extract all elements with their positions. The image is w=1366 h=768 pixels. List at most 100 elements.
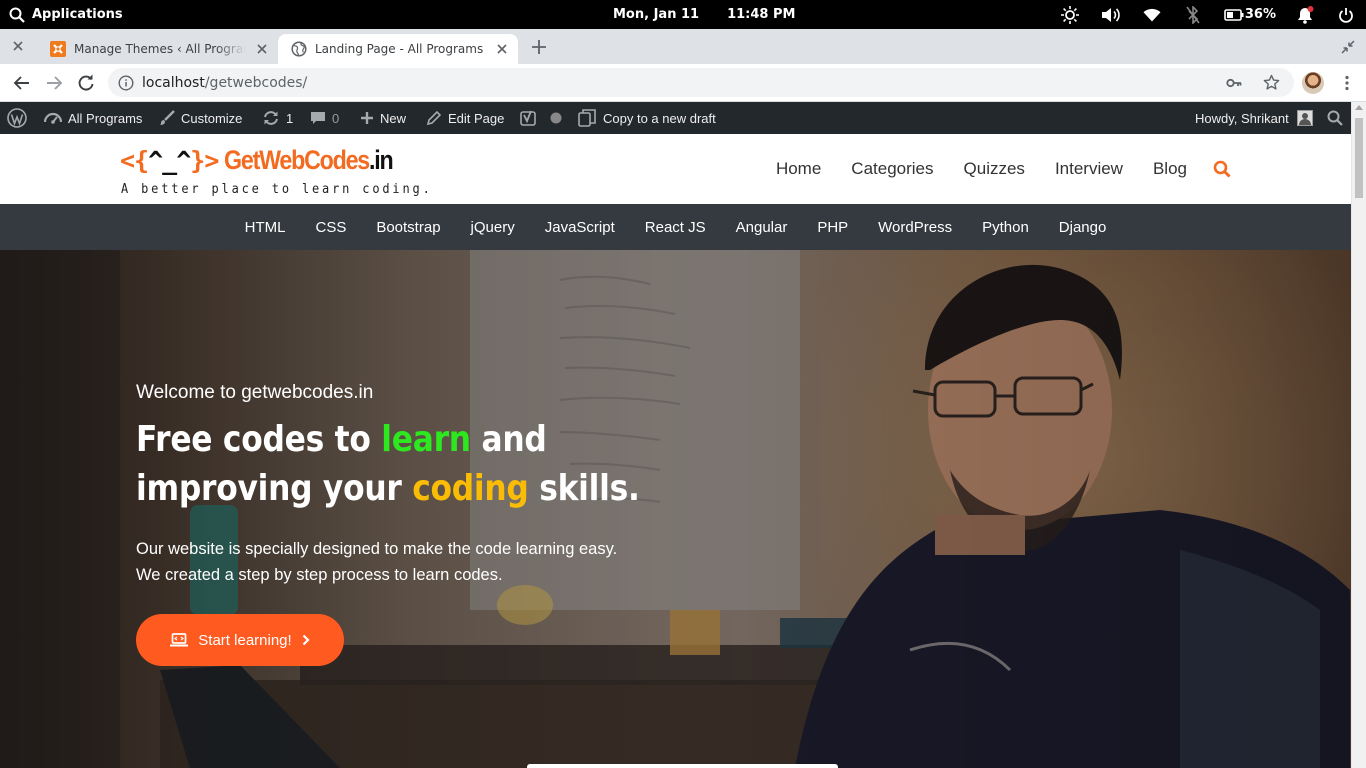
- user-avatar: [1296, 110, 1313, 126]
- nav-quizzes[interactable]: Quizzes: [964, 159, 1025, 179]
- night-light-icon[interactable]: [1050, 0, 1091, 29]
- category-react-js[interactable]: React JS: [645, 219, 706, 236]
- category-angular[interactable]: Angular: [736, 219, 788, 236]
- wifi-icon[interactable]: [1132, 0, 1173, 29]
- site-info-icon[interactable]: [118, 74, 134, 91]
- page-viewport: All Programs Customize 1 0 New Edit Page…: [0, 102, 1351, 768]
- start-learning-button[interactable]: Start learning!: [136, 614, 344, 666]
- pencil-icon: [426, 110, 442, 126]
- profile-avatar[interactable]: [1302, 72, 1324, 94]
- new-tab-icon[interactable]: [530, 38, 548, 56]
- heading-part: skills.: [528, 468, 640, 509]
- category-html[interactable]: HTML: [245, 219, 286, 236]
- chevron-right-icon: [302, 634, 310, 646]
- search-icon[interactable]: [1213, 160, 1231, 178]
- date-label: Mon, Jan 11: [613, 7, 700, 22]
- notification-bell-icon[interactable]: [1284, 0, 1325, 29]
- admin-updates[interactable]: 1: [262, 102, 293, 134]
- plus-icon: [360, 111, 374, 125]
- hero-bottom-edge: [527, 764, 838, 768]
- tab-strip: Manage Themes ‹ All Programs — WordPress…: [0, 29, 1366, 64]
- admin-new[interactable]: New: [360, 102, 406, 134]
- heading-part: and: [470, 419, 547, 460]
- globe-icon: [291, 41, 307, 57]
- wordpress-logo-icon[interactable]: [7, 102, 27, 134]
- admin-edit-page[interactable]: Edit Page: [426, 102, 504, 134]
- hero-welcome-text: Welcome to getwebcodes.in: [136, 382, 374, 403]
- seo-status-dot-icon: [550, 102, 562, 134]
- logo-brand-name: GetWebCodes: [224, 145, 370, 175]
- heading-part: improving your: [136, 468, 413, 509]
- category-css[interactable]: CSS: [315, 219, 346, 236]
- restore-window-icon[interactable]: [1341, 40, 1355, 54]
- howdy-label: Howdy, Shrikant: [1195, 110, 1289, 126]
- reload-icon[interactable]: [76, 73, 96, 93]
- category-django[interactable]: Django: [1059, 219, 1107, 236]
- category-javascript[interactable]: JavaScript: [545, 219, 615, 236]
- nav-interview[interactable]: Interview: [1055, 159, 1123, 179]
- category-jquery[interactable]: jQuery: [471, 219, 515, 236]
- battery-icon[interactable]: [1214, 0, 1255, 29]
- nav-home[interactable]: Home: [776, 159, 821, 179]
- tab-title: Landing Page - All Programs: [315, 42, 484, 56]
- yoast-seo-icon[interactable]: [520, 102, 536, 134]
- copy-icon: [577, 108, 597, 128]
- hero-subtext: Our website is specially designed to mak…: [136, 536, 617, 588]
- copy-draft-label: Copy to a new draft: [603, 110, 716, 126]
- url-path: /getwebcodes/: [204, 74, 308, 91]
- hero-heading: Free codes to learn and improving your co…: [136, 415, 640, 513]
- customize-label: Customize: [181, 110, 243, 126]
- nav-categories[interactable]: Categories: [851, 159, 933, 179]
- tab-manage-themes[interactable]: Manage Themes ‹ All Programs — WordPress: [40, 34, 278, 64]
- admin-comments[interactable]: 0: [310, 102, 339, 134]
- bookmark-star-icon[interactable]: [1263, 74, 1280, 91]
- system-top-bar: Applications Mon, Jan 11 11:48 PM 36%: [0, 0, 1366, 29]
- menu-dots-icon[interactable]: [1338, 74, 1356, 92]
- admin-account[interactable]: Howdy, Shrikant: [1195, 102, 1313, 134]
- power-icon[interactable]: [1325, 0, 1366, 29]
- close-icon[interactable]: [495, 42, 509, 56]
- admin-copy-draft[interactable]: Copy to a new draft: [577, 102, 716, 134]
- heading-highlight-coding: coding: [412, 468, 529, 509]
- close-icon[interactable]: [255, 42, 269, 56]
- xampp-icon: [50, 41, 66, 57]
- main-navigation: Home Categories Quizzes Interview Blog: [776, 134, 1351, 204]
- tab-landing-page[interactable]: Landing Page - All Programs: [278, 34, 518, 64]
- admin-customize[interactable]: Customize: [159, 102, 242, 134]
- category-php[interactable]: PHP: [817, 219, 848, 236]
- tab-title: Manage Themes ‹ All Programs — WordPress: [74, 42, 246, 56]
- wp-admin-bar: All Programs Customize 1 0 New Edit Page…: [0, 102, 1351, 134]
- site-logo[interactable]: <{^_^}> GetWebCodes.in A better place to…: [120, 142, 430, 200]
- page-scrollbar[interactable]: [1351, 102, 1366, 768]
- category-wordpress[interactable]: WordPress: [878, 219, 952, 236]
- bluetooth-off-icon[interactable]: [1173, 0, 1214, 29]
- hero-section: Welcome to getwebcodes.in Free codes to …: [0, 250, 1351, 768]
- admin-site-name[interactable]: All Programs: [44, 102, 142, 134]
- logo-tagline: A better place to learn coding.: [121, 182, 433, 197]
- logo-face: ^_^: [148, 146, 191, 175]
- admin-search-icon[interactable]: [1327, 102, 1343, 134]
- logo-bracket-open: <{: [120, 146, 149, 175]
- subtext-line: Our website is specially designed to mak…: [136, 540, 618, 558]
- laptop-code-icon: [170, 633, 189, 647]
- volume-icon[interactable]: [1091, 0, 1132, 29]
- close-icon[interactable]: [11, 39, 25, 53]
- url-host: localhost: [142, 74, 205, 91]
- applications-menu[interactable]: Applications: [9, 0, 123, 29]
- edit-page-label: Edit Page: [448, 110, 505, 126]
- brush-icon: [159, 110, 175, 126]
- url-text: localhost/getwebcodes/: [142, 75, 307, 91]
- logo-brand-tld: .in: [369, 145, 394, 175]
- forward-arrow-icon[interactable]: [44, 73, 64, 93]
- scroll-up-arrow-icon[interactable]: [1355, 105, 1363, 110]
- category-bootstrap[interactable]: Bootstrap: [376, 219, 440, 236]
- key-icon[interactable]: [1226, 75, 1242, 91]
- scrollbar-thumb[interactable]: [1355, 118, 1363, 198]
- back-arrow-icon[interactable]: [12, 73, 32, 93]
- dashboard-icon: [44, 110, 62, 126]
- system-tray[interactable]: 36%: [1050, 0, 1366, 29]
- category-python[interactable]: Python: [982, 219, 1029, 236]
- clock[interactable]: Mon, Jan 11 11:48 PM: [613, 0, 795, 29]
- address-bar[interactable]: localhost/getwebcodes/: [108, 68, 1294, 97]
- nav-blog[interactable]: Blog: [1153, 159, 1187, 179]
